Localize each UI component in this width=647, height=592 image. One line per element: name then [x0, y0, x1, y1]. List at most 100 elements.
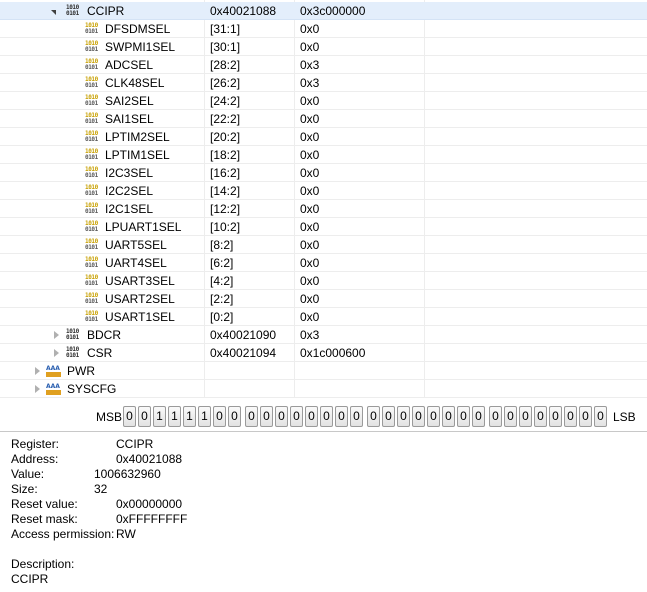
bit-toggle[interactable]: 0	[427, 406, 440, 427]
field-name: LPTIM1SEL	[105, 148, 170, 162]
tree-row-field[interactable]: 1010 0101 USART2SEL [2:2] 0x0	[0, 290, 647, 308]
bit-toggle[interactable]: 0	[564, 406, 577, 427]
tree-row-field[interactable]: 1010 0101 CLK48SEL [26:2] 0x3	[0, 74, 647, 92]
field-name: USART1SEL	[105, 310, 175, 324]
bit-toggle[interactable]: 0	[290, 406, 303, 427]
bit-toggle[interactable]: 1	[153, 406, 166, 427]
field-bits-icon: 1010 0101	[85, 40, 98, 53]
tree-row-field[interactable]: 1010 0101 LPUART1SEL [10:2] 0x0	[0, 218, 647, 236]
field-value: 0x0	[300, 184, 320, 198]
svg-text:AAA: AAA	[46, 365, 60, 372]
bit-toggle[interactable]: 0	[350, 406, 363, 427]
bit-toggle[interactable]: 0	[519, 406, 532, 427]
bit-toggle[interactable]: 0	[472, 406, 485, 427]
field-bits-icon: 1010 0101	[85, 274, 98, 287]
msb-label: MSB	[96, 410, 123, 424]
field-value: 0x0	[300, 130, 320, 144]
bit-toggle[interactable]: 0	[549, 406, 562, 427]
field-value: 0x0	[300, 202, 320, 216]
expand-chevron-icon[interactable]	[50, 344, 62, 362]
bit-toggle[interactable]: 0	[504, 406, 517, 427]
tree-row-syscfg[interactable]: AAA SYSCFG	[0, 380, 647, 398]
field-bits-icon: 1010 0101	[85, 292, 98, 305]
bit-toggle[interactable]: 1	[198, 406, 211, 427]
field-bit-range: [16:2]	[210, 166, 241, 180]
field-name: UART5SEL	[105, 238, 167, 252]
field-value: 0x0	[300, 166, 320, 180]
collapse-chevron-icon[interactable]	[47, 2, 59, 20]
field-bits-icon: 1010 0101	[85, 58, 98, 71]
bit-toggle[interactable]: 0	[335, 406, 348, 427]
bit-toggle[interactable]: 0	[320, 406, 333, 427]
bit-toggle[interactable]: 0	[138, 406, 151, 427]
tree-row-field[interactable]: 1010 0101 USART3SEL [4:2] 0x0	[0, 272, 647, 290]
field-bits-icon: 1010 0101	[85, 76, 98, 89]
bit-toggle[interactable]: 0	[382, 406, 395, 427]
bit-toggle[interactable]: 0	[489, 406, 502, 427]
bit-toggle[interactable]: 0	[213, 406, 226, 427]
tree-row-field[interactable]: 1010 0101 I2C2SEL [14:2] 0x0	[0, 182, 647, 200]
expand-chevron-icon[interactable]	[50, 326, 62, 344]
bit-toggle[interactable]: 0	[412, 406, 425, 427]
register-tree[interactable]: 1010 0101 CCIPR 0x40021088 0x3c000000 101…	[0, 0, 647, 398]
reset-value-text: 0x00000000	[116, 497, 183, 511]
register-bits-icon: 1010 0101	[66, 346, 79, 359]
tree-row-field[interactable]: 1010 0101 SAI2SEL [24:2] 0x0	[0, 92, 647, 110]
tree-row-field[interactable]: 1010 0101 UART5SEL [8:2] 0x0	[0, 236, 647, 254]
tree-row-field[interactable]: 1010 0101 I2C1SEL [12:2] 0x0	[0, 200, 647, 218]
expand-chevron-icon[interactable]	[31, 362, 43, 380]
field-bit-range: [4:2]	[210, 274, 234, 288]
bit-toggle[interactable]: 0	[442, 406, 455, 427]
tree-row-pwr[interactable]: AAA PWR	[0, 362, 647, 380]
bit-field-bar: MSB 00111100000000000000000000000000 LSB	[0, 404, 647, 430]
field-bit-range: [28:2]	[210, 58, 241, 72]
field-name: I2C3SEL	[105, 166, 154, 180]
bit-toggle[interactable]: 0	[457, 406, 470, 427]
register-details-panel: Register: CCIPR Address: 0x40021088 Valu…	[0, 431, 647, 592]
tree-row-field[interactable]: 1010 0101 DFSDMSEL [31:1] 0x0	[0, 20, 647, 38]
bit-toggle[interactable]: 0	[245, 406, 258, 427]
tree-row-field[interactable]: 1010 0101 I2C3SEL [16:2] 0x0	[0, 164, 647, 182]
bit-toggle[interactable]: 0	[534, 406, 547, 427]
field-bit-range: [18:2]	[210, 148, 241, 162]
tree-row-field[interactable]: 1010 0101 SWPMI1SEL [30:1] 0x0	[0, 38, 647, 56]
reset-value-label: Reset value:	[11, 497, 78, 511]
register-bits-icon: 1010 0101	[66, 4, 79, 17]
field-bit-range: [14:2]	[210, 184, 241, 198]
tree-row-ccipr[interactable]: 1010 0101 CCIPR 0x40021088 0x3c000000	[0, 2, 647, 20]
bit-toggle[interactable]: 0	[305, 406, 318, 427]
reset-mask-text: 0xFFFFFFFF	[116, 512, 188, 526]
register-name: CSR	[87, 346, 113, 360]
field-value: 0x0	[300, 220, 320, 234]
field-value: 0x0	[300, 40, 320, 54]
expand-chevron-icon[interactable]	[31, 380, 43, 398]
bit-toggle[interactable]: 0	[228, 406, 241, 427]
field-value: 0x3	[300, 58, 320, 72]
bit-toggle[interactable]: 0	[594, 406, 607, 427]
field-bits-icon: 1010 0101	[85, 148, 98, 161]
tree-row-field[interactable]: 1010 0101 LPTIM2SEL [20:2] 0x0	[0, 128, 647, 146]
bit-toggle[interactable]: 0	[260, 406, 273, 427]
field-bits-icon: 1010 0101	[85, 256, 98, 269]
tree-row-field[interactable]: 1010 0101 UART4SEL [6:2] 0x0	[0, 254, 647, 272]
field-value: 0x0	[300, 274, 320, 288]
bit-toggle[interactable]: 1	[183, 406, 196, 427]
access-permission-text: RW	[116, 527, 136, 541]
lsb-label: LSB	[613, 410, 636, 424]
bit-toggle[interactable]: 0	[275, 406, 288, 427]
bit-toggle[interactable]: 0	[397, 406, 410, 427]
tree-row-field[interactable]: 1010 0101 SAI1SEL [22:2] 0x0	[0, 110, 647, 128]
field-bit-range: [2:2]	[210, 292, 234, 306]
tree-row-field[interactable]: 1010 0101 LPTIM1SEL [18:2] 0x0	[0, 146, 647, 164]
bit-toggle[interactable]: 1	[168, 406, 181, 427]
tree-row-field[interactable]: 1010 0101 USART1SEL [0:2] 0x0	[0, 308, 647, 326]
tree-row-csr[interactable]: 1010 0101 CSR 0x40021094 0x1c000600	[0, 344, 647, 362]
field-name: USART3SEL	[105, 274, 175, 288]
tree-row-field[interactable]: 1010 0101 ADCSEL [28:2] 0x3	[0, 56, 647, 74]
tree-row-bdcr[interactable]: 1010 0101 BDCR 0x40021090 0x3	[0, 326, 647, 344]
bit-toggle[interactable]: 0	[367, 406, 380, 427]
field-bit-range: [6:2]	[210, 256, 234, 270]
bit-toggle[interactable]: 0	[123, 406, 136, 427]
field-name: SAI2SEL	[105, 94, 154, 108]
bit-toggle[interactable]: 0	[579, 406, 592, 427]
